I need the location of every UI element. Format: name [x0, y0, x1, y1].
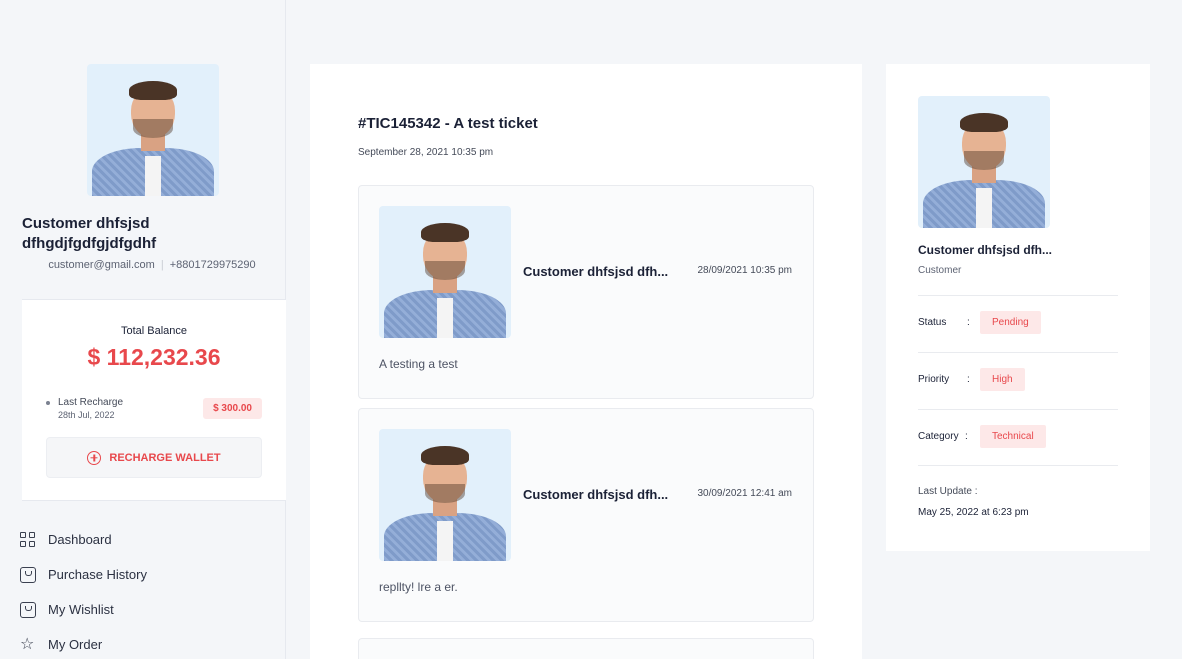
ticket-panel: #TIC145342 - A test ticket September 28,…	[310, 64, 862, 659]
message-time: 30/09/2021 12:41 am	[697, 488, 792, 499]
sidebar-nav: Dashboard Purchase History My Wishlist ☆…	[20, 522, 147, 659]
profile-avatar	[87, 64, 219, 196]
message-avatar	[379, 206, 511, 338]
ticket-title: #TIC145342 - A test ticket	[358, 115, 538, 132]
ticket-details-panel: Customer dhfsjsd dfh... Customer Status …	[886, 64, 1150, 551]
message-time: 28/09/2021 10:35 pm	[697, 265, 792, 276]
status-colon: :	[967, 317, 970, 328]
sidebar-item-label: Dashboard	[48, 532, 112, 547]
recharge-wallet-label: RECHARGE WALLET	[109, 451, 221, 464]
profile-name: Customer dhfsjsd dfhgdjfgdfgjdfgdhf	[22, 215, 157, 252]
message-author: Customer dhfsjsd dfh...	[523, 487, 669, 502]
last-update-value: May 25, 2022 at 6:23 pm	[918, 507, 1029, 518]
ticket-message: Customer dhfsjsd dfh... 30/09/2021 12:41…	[358, 408, 814, 622]
plus-circle-icon	[87, 450, 102, 465]
message-text: repllty! lre a er.	[379, 580, 458, 594]
profile-email: customer@gmail.com	[48, 259, 155, 271]
category-label: Category	[918, 431, 959, 442]
priority-badge: High	[980, 368, 1025, 391]
divider	[918, 295, 1118, 296]
sidebar: Customer dhfsjsd dfhgdjfgdfgjdfgdhf cust…	[0, 0, 286, 659]
star-icon: ☆	[20, 635, 35, 653]
profile-phone: +8801729975290	[169, 259, 256, 271]
sidebar-item-my-order[interactable]: ☆ My Order	[20, 627, 147, 659]
message-text: A testing a test	[379, 357, 458, 371]
sidebar-item-my-wishlist[interactable]: My Wishlist	[20, 592, 147, 627]
profile-contact: customer@gmail.com | +8801729975290	[48, 259, 256, 271]
recharge-wallet-button[interactable]: RECHARGE WALLET	[46, 437, 262, 478]
bag-icon	[20, 566, 36, 583]
grid-icon	[20, 531, 36, 548]
sidebar-item-label: My Order	[48, 637, 103, 652]
ticket-date: September 28, 2021 10:35 pm	[358, 147, 494, 158]
balance-amount: $ 112,232.36	[87, 344, 221, 370]
last-recharge-amount-badge: $ 300.00	[203, 398, 262, 419]
ticket-message-partial	[358, 638, 814, 659]
status-badge: Pending	[980, 311, 1041, 334]
message-author: Customer dhfsjsd dfh...	[523, 264, 669, 279]
customer-avatar	[918, 96, 1050, 228]
status-label: Status	[918, 317, 947, 328]
ticket-message: Customer dhfsjsd dfh... 28/09/2021 10:35…	[358, 185, 814, 399]
wallet-card: Total Balance $ 112,232.36 Last Recharge…	[22, 299, 286, 501]
priority-label: Priority	[918, 374, 950, 385]
category-colon: :	[965, 431, 968, 442]
customer-name: Customer dhfsjsd dfh...	[918, 243, 1053, 257]
sidebar-item-label: My Wishlist	[48, 602, 114, 617]
last-update-label: Last Update :	[918, 486, 978, 497]
divider	[918, 352, 1118, 353]
last-recharge-info: Last Recharge 28th Jul, 2022	[46, 397, 123, 421]
priority-colon: :	[967, 374, 970, 385]
sidebar-item-purchase-history[interactable]: Purchase History	[20, 557, 147, 592]
bag-icon	[20, 601, 36, 618]
divider	[918, 465, 1118, 466]
bullet-icon	[46, 401, 50, 405]
customer-role: Customer	[918, 265, 962, 276]
balance-label: Total Balance	[120, 325, 188, 337]
sidebar-item-label: Purchase History	[48, 567, 147, 582]
last-recharge-date: 28th Jul, 2022	[58, 410, 115, 420]
message-avatar	[379, 429, 511, 561]
sidebar-item-dashboard[interactable]: Dashboard	[20, 522, 147, 557]
category-badge: Technical	[980, 425, 1046, 448]
divider	[918, 409, 1118, 410]
last-recharge-label: Last Recharge	[58, 397, 124, 408]
